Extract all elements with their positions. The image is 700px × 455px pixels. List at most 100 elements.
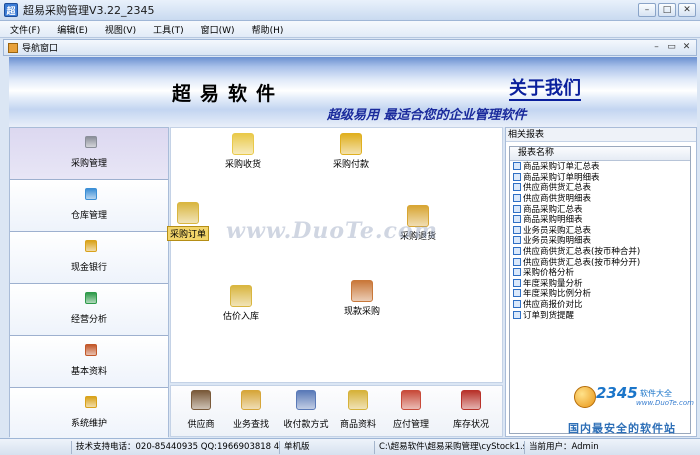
inventory-status-icon [461, 390, 481, 410]
menu-bar: 文件(F) 编辑(E) 视图(V) 工具(T) 窗口(W) 帮助(H) [0, 21, 700, 38]
close-button[interactable]: ✕ [678, 3, 696, 17]
status-support: 技术支持电话：020-85440935 QQ:1966903818 408088… [72, 440, 280, 454]
payable-label: 应付管理 [392, 420, 429, 430]
payment-method-button[interactable]: 收付款方式 [278, 390, 334, 430]
report-item[interactable]: 订单到货提醒 [510, 309, 690, 321]
report-icon [513, 162, 521, 171]
sidebar-item-purchase[interactable]: 采购管理 [10, 128, 168, 180]
sidebar-item-label: 基本资料 [70, 367, 107, 377]
report-icon [513, 310, 521, 319]
payable-button[interactable]: 应付管理 [383, 390, 439, 430]
payable-icon [401, 390, 421, 410]
logo-number-text: 2345 [596, 384, 638, 402]
about-us-link[interactable]: 关于我们 [509, 79, 581, 101]
report-icon [513, 257, 521, 266]
maximize-button[interactable]: □ [658, 3, 676, 17]
report-icon [513, 289, 521, 298]
status-path: C:\超易软件\超易采购管理\cyStock1.sys [375, 440, 525, 454]
supplier-label: 供应商 [187, 420, 215, 430]
estimate-stock-icon [230, 285, 252, 307]
logo-mascot-icon [574, 386, 596, 408]
product-info-label: 商品资料 [339, 420, 376, 430]
logo-tagline: 国内最安全的软件站 [568, 422, 676, 435]
sidebar-item-basic-info[interactable]: 基本资料 [10, 336, 168, 388]
report-icon [513, 225, 521, 234]
nav-window-icon [8, 42, 18, 53]
nav-close-button[interactable]: ✕ [681, 42, 692, 53]
purchase-payment-label: 采购付款 [332, 160, 369, 170]
quick-access-bar: 供应商 业务查找 收付款方式 商品资料 应付管理 库存状况 [170, 385, 503, 437]
report-icon [513, 204, 521, 213]
sidebar-item-label: 仓库管理 [70, 211, 107, 221]
title-bar: 超 超易采购管理V3.22_2345 – □ ✕ [0, 0, 700, 21]
report-icon [513, 194, 521, 203]
menu-file[interactable]: 文件(F) [10, 23, 40, 36]
inventory-status-button[interactable]: 库存状况 [443, 390, 499, 430]
menu-view[interactable]: 视图(V) [105, 23, 136, 36]
product-info-button[interactable]: 商品资料 [330, 390, 386, 430]
purchase-order-button[interactable]: 采购订单 [153, 202, 223, 241]
report-icon [513, 278, 521, 287]
purchase-payment-button[interactable]: 采购付款 [316, 133, 386, 170]
menu-help[interactable]: 帮助(H) [252, 23, 284, 36]
report-icon [513, 183, 521, 192]
sidebar-item-cash[interactable]: 现金银行 [10, 232, 168, 284]
sidebar-item-warehouse[interactable]: 仓库管理 [10, 180, 168, 232]
report-icon [513, 172, 521, 181]
book-icon [85, 344, 97, 356]
watermark: www.DuoTe.com [226, 218, 438, 244]
cash-purchase-icon [351, 280, 373, 302]
status-user: 当前用户：Admin [529, 441, 599, 452]
menu-tools[interactable]: 工具(T) [153, 23, 184, 36]
status-bar: 技术支持电话：020-85440935 QQ:1966903818 408088… [0, 438, 700, 455]
logo-url: www.DuoTe.com [636, 399, 694, 407]
report-icon [513, 268, 521, 277]
window-title: 超易采购管理V3.22_2345 [23, 4, 155, 17]
purchase-order-icon [177, 202, 199, 224]
cash-purchase-label: 现款采购 [343, 307, 380, 317]
window-controls: – □ ✕ [638, 3, 696, 17]
supplier-button[interactable]: 供应商 [173, 390, 229, 430]
site-logo-watermark: 2345 软件大全 www.DuoTe.com 国内最安全的软件站 [560, 378, 695, 436]
estimate-stock-button[interactable]: 估价入库 [206, 285, 276, 322]
banner: 超易软件 关于我们 超级易用 最适合您的企业管理软件 [9, 57, 697, 127]
sidebar: 采购管理 仓库管理 现金银行 经营分析 基本资料 系统维护 [9, 127, 169, 440]
purchase-payment-icon [340, 133, 362, 155]
cash-icon [85, 240, 97, 252]
reports-column-header[interactable]: 报表名称 [510, 147, 690, 161]
business-search-button[interactable]: 业务查找 [223, 390, 279, 430]
sidebar-item-maintenance[interactable]: 系统维护 [10, 388, 168, 440]
sidebar-item-analysis[interactable]: 经营分析 [10, 284, 168, 336]
purchase-receive-icon [232, 133, 254, 155]
payment-method-icon [296, 390, 316, 410]
logo-subtitle: 软件大全 [640, 389, 672, 398]
sidebar-item-label: 系统维护 [70, 419, 107, 429]
report-icon [513, 215, 521, 224]
report-icon [513, 300, 521, 309]
purchase-order-label: 采购订单 [166, 226, 209, 241]
minimize-button[interactable]: – [638, 3, 656, 17]
workflow-panel: 采购收货 采购付款 采购订单 采购退货 估价入库 现款采购 [166, 127, 503, 383]
nav-window-title: 导航窗口 [22, 44, 59, 54]
banner-title: 超易软件 [172, 83, 285, 105]
status-spacer [0, 440, 72, 454]
warehouse-icon [85, 188, 97, 200]
business-search-label: 业务查找 [232, 420, 269, 430]
cash-purchase-button[interactable]: 现款采购 [327, 280, 397, 317]
business-search-icon [241, 390, 261, 410]
nav-restore-button[interactable]: ▭ [666, 42, 677, 53]
purchase-receive-button[interactable]: 采购收货 [208, 133, 278, 170]
chart-icon [85, 292, 97, 304]
inventory-status-label: 库存状况 [452, 420, 489, 430]
app-icon: 超 [4, 3, 18, 17]
nav-minimize-button[interactable]: – [651, 42, 662, 53]
menu-edit[interactable]: 编辑(E) [57, 23, 88, 36]
report-item-label: 订单到货提醒 [523, 310, 575, 321]
sidebar-item-label: 现金银行 [70, 263, 107, 273]
reports-panel-title: 相关报表 [506, 128, 696, 142]
estimate-stock-label: 估价入库 [222, 312, 259, 322]
purchase-icon [85, 136, 97, 148]
menu-window[interactable]: 窗口(W) [201, 23, 235, 36]
sidebar-item-label: 采购管理 [70, 159, 107, 169]
purchase-receive-label: 采购收货 [224, 160, 261, 170]
